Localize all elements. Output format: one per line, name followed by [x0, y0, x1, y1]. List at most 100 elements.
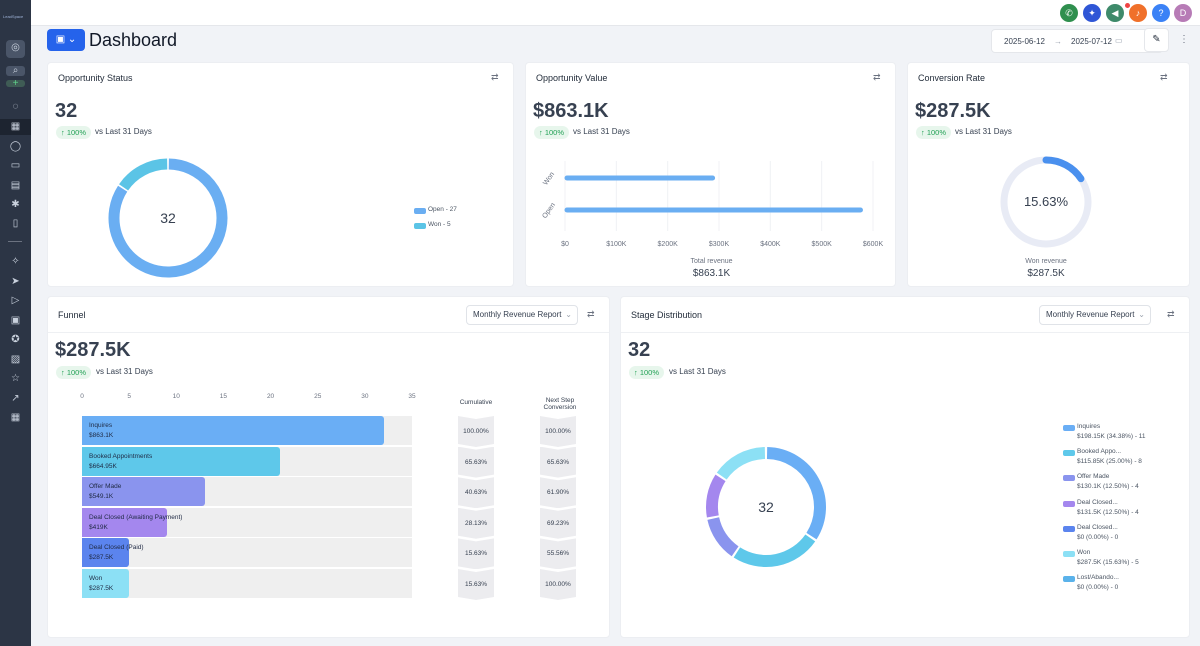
- sidebar-item-apps[interactable]: ▦: [6, 410, 25, 426]
- bell-button[interactable]: ♪: [1129, 4, 1147, 22]
- funnel-stage-amount: $549.1K: [89, 493, 114, 501]
- donut-center-value: 32: [758, 499, 774, 515]
- date-end[interactable]: 2025-07-12: [1071, 37, 1112, 46]
- legend-item[interactable]: Lost/Abando... $0 (0.00%) - 0: [1063, 573, 1119, 593]
- sidebar-item-send[interactable]: ➤: [6, 274, 25, 290]
- chevron-down-icon: ⌄: [1138, 310, 1145, 319]
- legend-swatch: [414, 208, 426, 214]
- funnel-stage-name: Booked Appointments: [89, 452, 153, 460]
- x-tick-label: $300K: [709, 241, 730, 248]
- dashboard-icon: ▦: [10, 121, 21, 132]
- magic-button[interactable]: ✦: [1083, 4, 1101, 22]
- page-header: ▣ ⌄ Dashboard 2025-06-12 → 2025-07-12 ▭ …: [31, 27, 1200, 57]
- gauge-fill[interactable]: [1042, 156, 1085, 183]
- sidebar-item-payments[interactable]: ▯: [6, 216, 25, 232]
- x-tick-label: 25: [314, 393, 322, 400]
- next-step-cell: 65.63%: [540, 447, 576, 478]
- legend-item[interactable]: Offer Made $130.1K (12.50%) - 4: [1063, 472, 1139, 492]
- donut-segment[interactable]: [716, 447, 766, 480]
- divider: [8, 241, 22, 242]
- phone-icon: ✆: [1065, 8, 1073, 18]
- sidebar-item-search[interactable]: ⌕: [6, 66, 25, 76]
- sidebar-item-calendar[interactable]: ▭: [6, 158, 25, 174]
- sidebar-item-star[interactable]: ☆: [6, 371, 25, 387]
- sidebar: LeadSpace ◎ ⌕ + ◌ ▦ ◯ ▭ ▤ ✱ ▯ ✧ ➤ ▷ ▣ ✪ ▨ ☆ ↗ ▦: [0, 0, 31, 646]
- sidebar-item-play[interactable]: ▷: [6, 293, 25, 309]
- send-icon: ➤: [11, 276, 20, 287]
- donut-segment-won[interactable]: [119, 158, 168, 191]
- donut-segment[interactable]: [706, 474, 726, 518]
- rocket-icon: ◌: [12, 101, 19, 112]
- gauge-percent: 15.63%: [1023, 194, 1069, 209]
- donut-segment[interactable]: [707, 517, 739, 557]
- arrow-icon: →: [1054, 37, 1062, 46]
- avatar-button[interactable]: D: [1174, 4, 1192, 22]
- sidebar-item-trend[interactable]: ↗: [6, 391, 25, 407]
- dashboard-switcher-button[interactable]: ▣ ⌄: [47, 29, 85, 51]
- plus-icon: +: [12, 78, 19, 89]
- sidebar-item-badge[interactable]: ✪: [6, 332, 25, 348]
- legend-swatch: [1063, 576, 1075, 583]
- opportunity-value-bar-chart: $0 $100K $200K $300K $400K $500K $600K Won Open: [541, 161, 883, 248]
- date-range-picker[interactable]: 2025-06-12 → 2025-07-12 ▭: [991, 29, 1163, 53]
- sidebar-item-site[interactable]: ▣: [6, 313, 25, 329]
- apps-icon: ▦: [10, 412, 21, 423]
- x-tick-label: 15: [219, 393, 228, 400]
- magic-icon: ✦: [1088, 8, 1096, 18]
- legend-swatch: [1063, 450, 1075, 457]
- x-tick-label: 5: [127, 393, 131, 400]
- sidebar-item-chat[interactable]: ◯: [6, 139, 25, 155]
- legend-open[interactable]: Open - 27: [414, 205, 457, 215]
- donut-segment[interactable]: [766, 447, 826, 540]
- sidebar-item-media[interactable]: ▨: [6, 352, 25, 368]
- next-step-header: Next Step Conversion: [543, 397, 577, 411]
- sidebar-item-contacts[interactable]: ▤: [6, 178, 25, 194]
- cumulative-header: Cumulative: [459, 399, 493, 406]
- megaphone-button[interactable]: ◀: [1106, 4, 1124, 22]
- megaphone-icon: ◀: [1111, 8, 1119, 18]
- report-select[interactable]: Monthly Revenue Report ⌄: [1039, 305, 1151, 325]
- calendar-icon: ▭: [10, 160, 21, 171]
- x-tick-label: 0: [80, 393, 84, 400]
- legend-detail: $115.85K (25.00%) - 8: [1077, 458, 1142, 466]
- media-icon: ▨: [10, 354, 21, 365]
- sidebar-item-rocket[interactable]: ◌: [6, 99, 25, 115]
- funnel-bar[interactable]: [82, 416, 384, 445]
- legend-item[interactable]: Booked Appo... $115.85K (25.00%) - 8: [1063, 447, 1142, 467]
- x-tick-label: $400K: [760, 241, 781, 248]
- cumulative-cell: 65.63%: [458, 447, 494, 478]
- legend-item[interactable]: Inquires $198.15K (34.38%) - 11: [1063, 422, 1146, 442]
- sidebar-item-sparkle[interactable]: ✧: [6, 254, 25, 270]
- y-category-label: Won: [542, 171, 556, 187]
- date-start[interactable]: 2025-06-12: [1004, 37, 1045, 46]
- edit-button[interactable]: ✎: [1144, 28, 1169, 52]
- opportunity-status-card: Opportunity Status ⇄ 32 ↑ 100% vs Last 3…: [47, 62, 514, 287]
- legend-detail: $198.15K (34.38%) - 11: [1077, 433, 1146, 440]
- swap-icon[interactable]: ⇄: [1167, 309, 1175, 320]
- sidebar-item-dashboard[interactable]: ▦: [0, 119, 31, 135]
- chat-icon: ◯: [9, 141, 22, 152]
- legend-name: Offer Made: [1077, 473, 1110, 481]
- total-label: Total revenue: [690, 258, 733, 265]
- phone-button[interactable]: ✆: [1060, 4, 1078, 22]
- donut-segment[interactable]: [733, 534, 816, 567]
- legend-item[interactable]: Deal Closed... $0 (0.00%) - 0: [1063, 523, 1118, 543]
- play-icon: ▷: [11, 295, 20, 306]
- legend-item[interactable]: Won $287.5K (15.63%) - 5: [1063, 548, 1139, 568]
- sidebar-item-user[interactable]: ◎: [6, 40, 25, 58]
- help-button[interactable]: ?: [1152, 4, 1170, 22]
- legend-name: Lost/Abando...: [1077, 574, 1119, 582]
- help-icon: ?: [1158, 8, 1164, 18]
- topbar: ✆ ✦ ◀ ♪? D: [31, 0, 1200, 26]
- legend-swatch: [1063, 551, 1075, 557]
- legend-item[interactable]: Deal Closed... $131.5K (12.50%) - 4: [1063, 498, 1139, 518]
- legend-swatch: [1063, 475, 1075, 482]
- sidebar-item-network[interactable]: ✱: [6, 197, 25, 213]
- legend-won[interactable]: Won - 5: [414, 220, 451, 230]
- more-icon[interactable]: ⋮: [1179, 34, 1189, 45]
- sidebar-item-plus[interactable]: +: [6, 78, 25, 89]
- layout-icon: ▣ ⌄: [55, 34, 77, 45]
- won-revenue-label: Won revenue: [1025, 258, 1067, 265]
- legend-name: Inquires: [1077, 423, 1101, 430]
- cumulative-cell: 40.63%: [458, 477, 494, 508]
